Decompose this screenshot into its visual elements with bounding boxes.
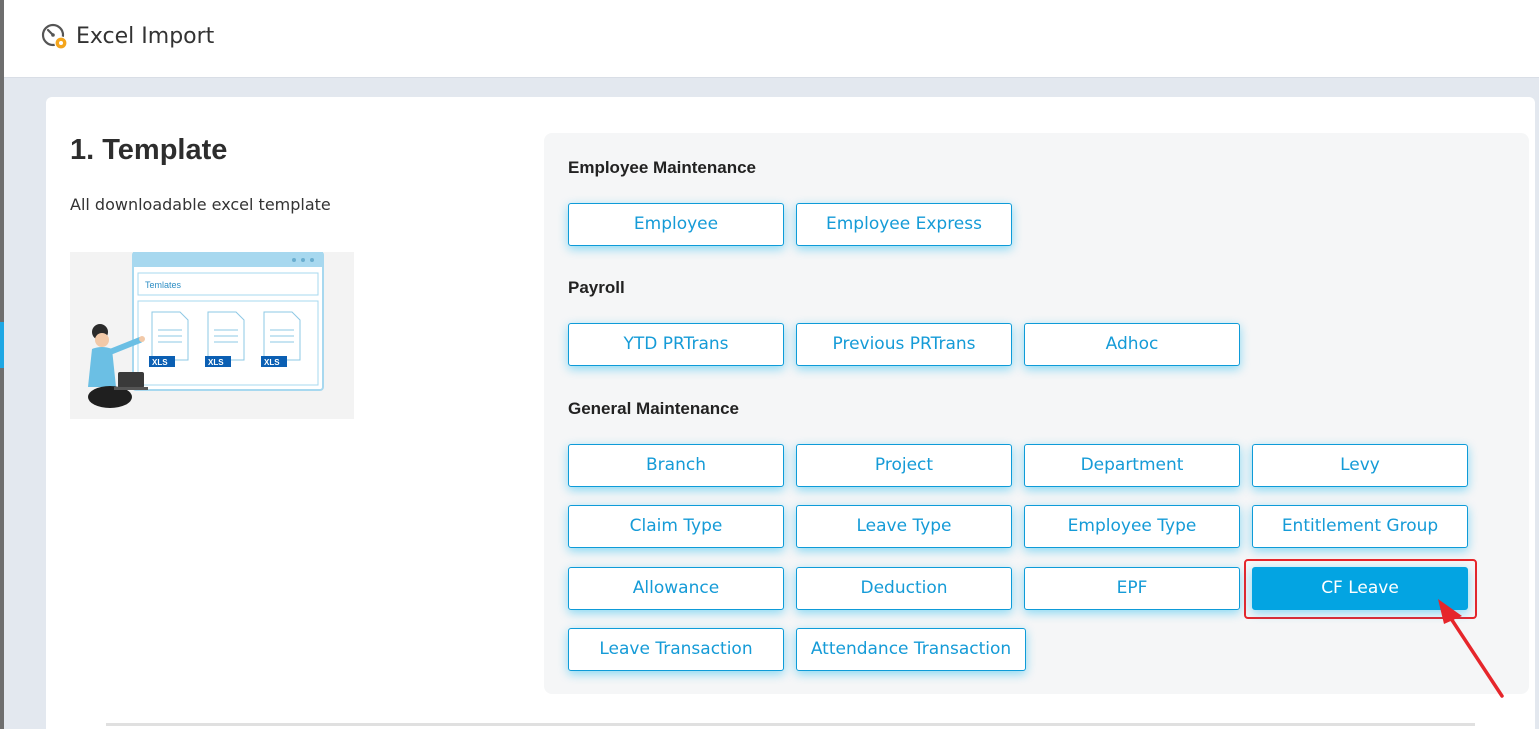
top-bar: Excel Import [4, 0, 1539, 78]
xls-badge-2: XLS [208, 358, 224, 367]
illustration-window-label: Temlates [145, 280, 182, 290]
branch-button[interactable]: Branch [568, 444, 784, 487]
xls-badge-1: XLS [152, 358, 168, 367]
leave-type-button[interactable]: Leave Type [796, 505, 1012, 548]
left-rail-active-indicator [0, 322, 4, 368]
section-heading: 1. Template [70, 134, 228, 166]
group-title-payroll: Payroll [568, 278, 625, 297]
project-button[interactable]: Project [796, 444, 1012, 487]
deduction-button[interactable]: Deduction [796, 567, 1012, 610]
epf-button[interactable]: EPF [1024, 567, 1240, 610]
employee-button[interactable]: Employee [568, 203, 784, 246]
claim-type-button[interactable]: Claim Type [568, 505, 784, 548]
pointer-arrow-icon [1438, 599, 1504, 698]
templates-illustration: Temlates XLS XLS XLS [70, 252, 354, 419]
allowance-button[interactable]: Allowance [568, 567, 784, 610]
levy-button[interactable]: Levy [1252, 444, 1468, 487]
adhoc-button[interactable]: Adhoc [1024, 323, 1240, 366]
group-title-general-maintenance: General Maintenance [568, 399, 740, 418]
employee-type-button[interactable]: Employee Type [1024, 505, 1240, 548]
previous-prtrans-button[interactable]: Previous PRTrans [796, 323, 1012, 366]
entitlement-group-button[interactable]: Entitlement Group [1252, 505, 1468, 548]
employee-express-button[interactable]: Employee Express [796, 203, 1012, 246]
group-title-employee-maintenance: Employee Maintenance [568, 158, 757, 177]
section-subtitle: All downloadable excel template [70, 195, 331, 214]
xls-badge-3: XLS [264, 358, 280, 367]
template-buttons-panel: Employee Maintenance Employee Employee E… [544, 133, 1529, 694]
gauge-settings-icon [41, 23, 68, 50]
bottom-divider [106, 723, 1475, 726]
attendance-transaction-button[interactable]: Attendance Transaction [796, 628, 1026, 671]
page-title: Excel Import [76, 24, 215, 49]
department-button[interactable]: Department [1024, 444, 1240, 487]
leave-transaction-button[interactable]: Leave Transaction [568, 628, 784, 671]
ytd-prtrans-button[interactable]: YTD PRTrans [568, 323, 784, 366]
template-card: 1. Template All downloadable excel templ… [46, 97, 1535, 729]
